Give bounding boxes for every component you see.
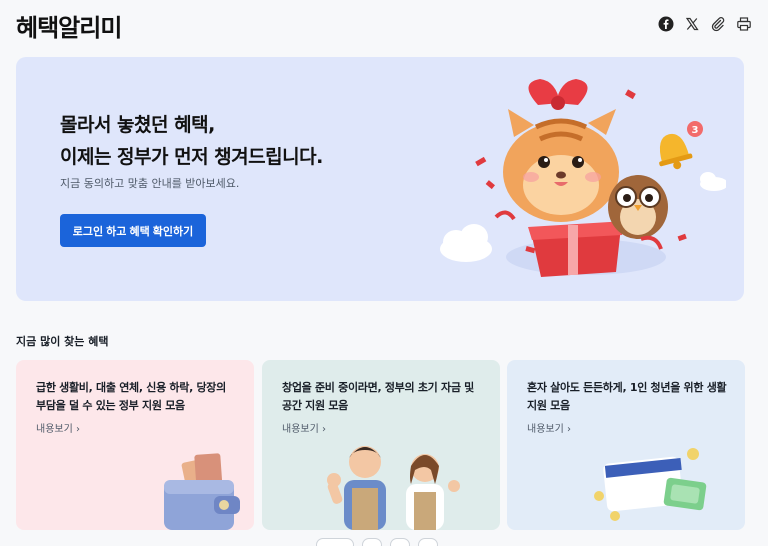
benefit-card-single-youth[interactable]: 혼자 살아도 든든하게, 1인 청년을 위한 생활지원 모음 내용보기 › [507,360,745,530]
pager-control[interactable] [418,538,438,546]
pager-control[interactable] [362,538,382,546]
carousel-pager [316,538,438,546]
share-toolbar [658,16,752,32]
header: 혜택알리미 [0,0,768,56]
card-more-link[interactable]: 내용보기 › [282,420,326,435]
x-icon[interactable] [684,16,700,32]
pager-control[interactable] [390,538,410,546]
benefit-card-startup[interactable]: 창업을 준비 중이라면, 정부의 초기 자금 및 공간 지원 모음 내용보기 › [262,360,500,530]
notification-badge: 3 [692,125,699,136]
pager-control[interactable] [316,538,354,546]
card-money-illustration [594,448,707,521]
wallet-illustration [164,453,240,530]
card-description: 창업을 준비 중이라면, 정부의 초기 자금 및 공간 지원 모음 [282,381,474,412]
link-icon[interactable] [710,16,726,32]
hero-banner: 몰라서 놓쳤던 혜택, 이제는 정부가 먼저 챙겨드립니다. 지금 동의하고 맞… [16,57,744,301]
card-more-link[interactable]: 내용보기 › [36,420,80,435]
hero-illustration: 3 [440,79,726,277]
hero-heading-line2: 이제는 정부가 먼저 챙겨드립니다. [60,146,323,168]
login-benefits-button[interactable]: 로그인 하고 혜택 확인하기 [60,214,206,247]
facebook-icon[interactable] [658,16,674,32]
section-title: 지금 많이 찾는 혜택 [16,335,109,348]
print-icon[interactable] [736,16,752,32]
benefit-card-living-costs[interactable]: 급한 생활비, 대출 연체, 신용 하락, 당장의 부담을 덜 수 있는 정부 … [16,360,254,530]
page-title: 혜택알리미 [16,14,122,42]
card-more-link[interactable]: 내용보기 › [527,420,571,435]
entrepreneurs-illustration [327,446,460,530]
card-description: 급한 생활비, 대출 연체, 신용 하락, 당장의 부담을 덜 수 있는 정부 … [36,381,226,412]
card-description: 혼자 살아도 든든하게, 1인 청년을 위한 생활지원 모음 [527,381,727,412]
hero-subtitle: 지금 동의하고 맞춤 안내를 받아보세요. [60,177,240,190]
hero-heading-line1: 몰라서 놓쳤던 혜택, [60,114,215,136]
hero-heading: 몰라서 놓쳤던 혜택, 이제는 정부가 먼저 챙겨드립니다. [60,109,323,173]
